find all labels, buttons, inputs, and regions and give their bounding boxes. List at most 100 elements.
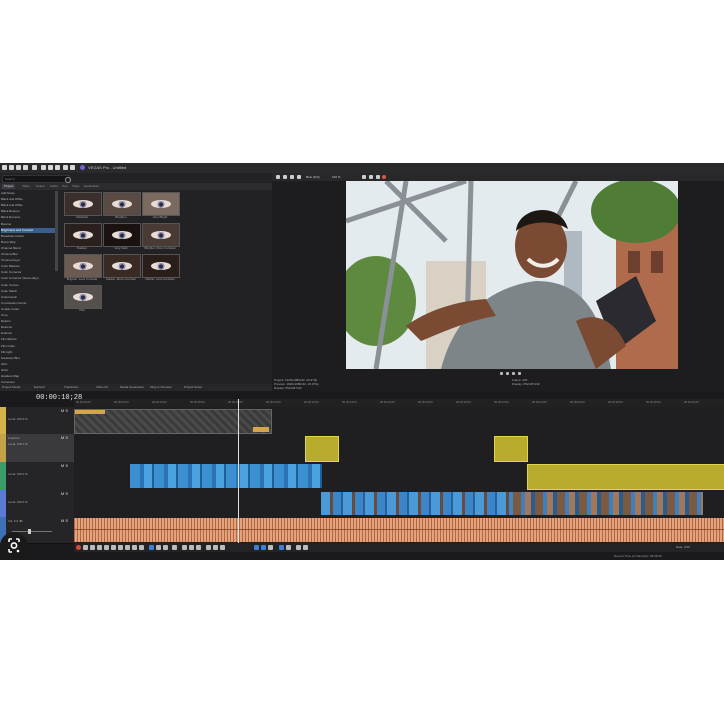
track-lane-4[interactable]	[74, 490, 724, 518]
fx-list-item[interactable]: Colorimetric	[1, 295, 57, 300]
dock-tab[interactable]: Project Media	[2, 385, 20, 390]
video-clip-1[interactable]	[130, 464, 322, 488]
preset-thumbnail[interactable]	[103, 192, 141, 216]
lock-envelopes-icon[interactable]	[286, 545, 291, 550]
save-icon[interactable]	[16, 165, 21, 170]
lock-icon[interactable]	[206, 545, 211, 550]
track-header-1[interactable]: Level: 100.0 % M S	[0, 407, 74, 435]
split-screen-icon[interactable]	[290, 175, 294, 179]
mute-solo-buttons[interactable]: M S	[61, 463, 68, 468]
marker-icon[interactable]	[213, 545, 218, 550]
preset-thumbnail[interactable]	[142, 254, 180, 278]
go-start-icon[interactable]	[118, 545, 123, 550]
mute-solo-buttons[interactable]: M S	[61, 408, 68, 413]
fx-tab-text[interactable]: Text	[62, 184, 68, 189]
split-icon[interactable]	[182, 545, 187, 550]
fx-list-item[interactable]: Emboss	[1, 331, 57, 336]
go-end-icon[interactable]	[125, 545, 130, 550]
fx-list-item[interactable]: Color Curves	[1, 283, 57, 288]
stop-icon[interactable]	[512, 372, 515, 375]
region-icon[interactable]	[220, 545, 225, 550]
overlays-icon[interactable]	[297, 175, 301, 179]
audio-clip[interactable]	[74, 518, 724, 542]
fx-list-item[interactable]: Color Corrector (Secondary)	[1, 276, 57, 281]
auto-crossfade-icon[interactable]	[261, 545, 266, 550]
copy-snapshot-icon[interactable]	[369, 175, 373, 179]
fx-list-item[interactable]: Fill Light	[1, 350, 57, 355]
fx-tab-generators[interactable]: Generators	[84, 184, 99, 189]
render-icon[interactable]	[23, 165, 28, 170]
video-clip-2[interactable]	[321, 492, 513, 515]
fx-list-item[interactable]: Defocus	[1, 325, 57, 330]
preset-thumbnail[interactable]	[64, 192, 102, 216]
undo-icon[interactable]	[63, 165, 68, 170]
menu-icon[interactable]	[518, 372, 521, 375]
fx-list-item[interactable]: Add Noise	[1, 191, 57, 196]
fx-list-item[interactable]: Chroma Blur	[1, 252, 57, 257]
fx-list-item[interactable]: Broadcast Colour	[1, 234, 57, 239]
dock-tab[interactable]: Media Generators	[120, 385, 144, 390]
pause-icon[interactable]	[506, 372, 509, 375]
dock-tab[interactable]: Explorer	[34, 385, 45, 390]
title-clip-2[interactable]	[494, 436, 528, 462]
mute-solo-buttons[interactable]: M S	[61, 518, 68, 523]
fx-search-input[interactable]: Search...	[2, 175, 71, 183]
settings-icon[interactable]	[303, 545, 308, 550]
fx-list-item[interactable]: Glint	[1, 362, 57, 367]
mute-solo-buttons[interactable]: M S	[61, 435, 68, 440]
color-clip[interactable]	[527, 464, 724, 490]
record-button-icon[interactable]	[76, 545, 81, 550]
fx-tab-project[interactable]: Project	[2, 184, 16, 189]
title-clip-1[interactable]	[305, 436, 339, 462]
playhead[interactable]	[238, 399, 239, 543]
delete-icon[interactable]	[196, 545, 201, 550]
fx-list-item[interactable]: Cookie Cutter	[1, 307, 57, 312]
cursor-icon[interactable]	[296, 545, 301, 550]
snapshot-icon[interactable]	[362, 175, 366, 179]
preset-thumbnail[interactable]	[142, 223, 180, 247]
next-frame-icon[interactable]	[139, 545, 144, 550]
preset-thumbnail[interactable]	[64, 223, 102, 247]
properties-icon[interactable]	[32, 165, 37, 170]
preview-quality[interactable]: Best (Full)	[306, 175, 320, 179]
fx-list-item[interactable]: Bounce	[1, 222, 57, 227]
fx-list-item[interactable]: Black and White	[1, 203, 57, 208]
preset-thumbnail[interactable]	[142, 192, 180, 216]
ignore-grouping-icon[interactable]	[279, 545, 284, 550]
fx-list-item[interactable]: Chroma Keyer	[1, 258, 57, 263]
stop-icon[interactable]	[111, 545, 116, 550]
open-icon[interactable]	[9, 165, 14, 170]
dock-tab[interactable]: Plug-In Chooser	[150, 385, 172, 390]
fx-list-item[interactable]: Crop	[1, 313, 57, 318]
preset-thumbnail[interactable]	[103, 223, 141, 247]
auto-ripple-icon[interactable]	[268, 545, 273, 550]
dock-tab[interactable]: Video FX	[96, 385, 108, 390]
fx-list-item[interactable]: Gaussian Blur	[1, 356, 57, 361]
fx-list-item[interactable]: Channel Blend	[1, 246, 57, 251]
mute-solo-buttons[interactable]: M S	[61, 491, 68, 496]
dock-tab[interactable]: Project Notes	[184, 385, 202, 390]
new-icon[interactable]	[2, 165, 7, 170]
redo-icon[interactable]	[70, 165, 75, 170]
cut-icon[interactable]	[41, 165, 46, 170]
fx-list-item[interactable]: Gradient Map	[1, 374, 57, 379]
preview-properties-icon[interactable]	[276, 175, 280, 179]
track-lane-1[interactable]	[74, 407, 724, 435]
fx-list-item[interactable]: Bump Map	[1, 240, 57, 245]
track-header-4[interactable]: Level: 100.0 % M S	[0, 490, 74, 518]
fx-tab-colour[interactable]: Colour	[36, 184, 45, 189]
video-clip-3[interactable]	[513, 492, 703, 515]
fx-list-scrollbar[interactable]	[55, 191, 58, 271]
trim-icon[interactable]	[189, 545, 194, 550]
track-lane-3[interactable]	[74, 462, 724, 491]
overlay-clip[interactable]	[74, 409, 272, 434]
selection-tool-icon[interactable]	[163, 545, 168, 550]
grid-icon[interactable]	[376, 175, 380, 179]
fx-list-item[interactable]: Brightness and Contrast	[1, 227, 57, 233]
play-from-start-icon[interactable]	[90, 545, 95, 550]
preset-thumbnail[interactable]	[64, 285, 102, 309]
record-icon[interactable]	[382, 175, 386, 179]
pause-icon[interactable]	[104, 545, 109, 550]
fx-list-item[interactable]: Glow	[1, 368, 57, 373]
envelope-tool-icon[interactable]	[156, 545, 161, 550]
